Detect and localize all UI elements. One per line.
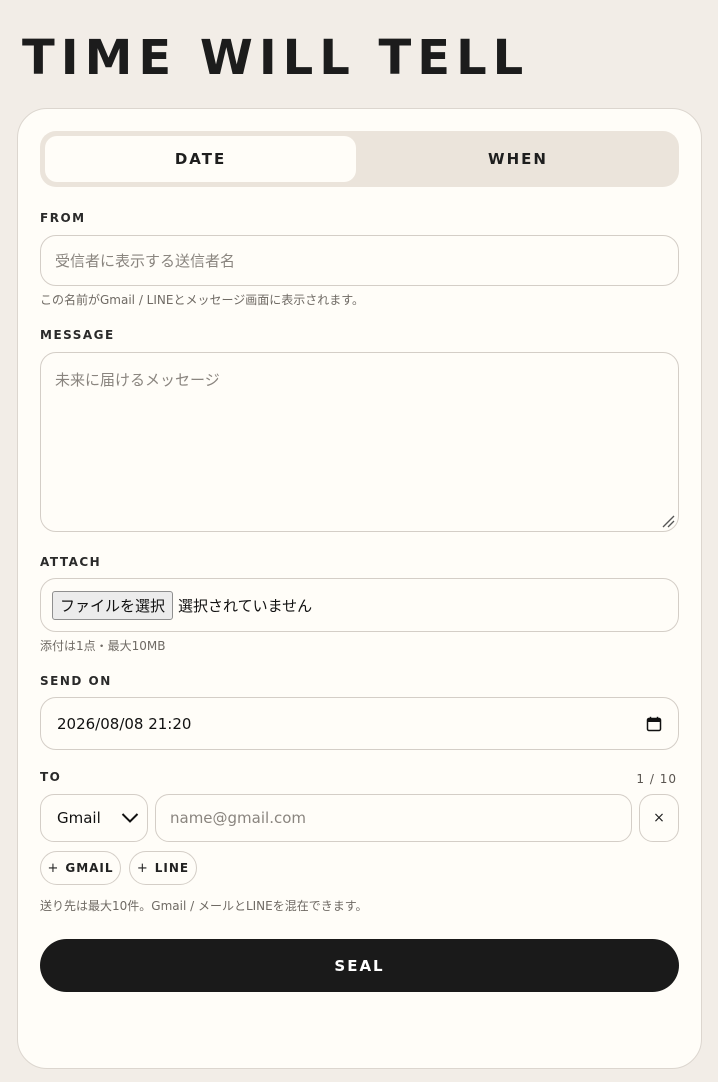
- add-gmail-label: GMAIL: [65, 861, 114, 875]
- send-on-datetime-input[interactable]: 2026/08/08 21:20: [40, 697, 679, 750]
- choose-file-button[interactable]: ファイルを選択: [52, 590, 174, 620]
- to-label: TO: [40, 770, 62, 784]
- from-label: FROM: [40, 211, 86, 225]
- plus-icon: +: [136, 860, 149, 876]
- seal-button[interactable]: SEAL: [40, 939, 679, 992]
- resize-grip-icon[interactable]: [661, 514, 675, 528]
- plus-icon: +: [47, 860, 60, 876]
- file-status: 選択されていません: [178, 596, 313, 615]
- recipient-address-input[interactable]: [155, 794, 632, 842]
- remove-recipient-button[interactable]: ×: [639, 794, 679, 842]
- app-title: TIME WILL TELL: [22, 30, 530, 86]
- send-on-label: SEND ON: [40, 674, 112, 688]
- message-label: MESSAGE: [40, 328, 115, 342]
- add-line-label: LINE: [154, 861, 190, 875]
- mode-tabs: DATE WHEN: [40, 131, 679, 187]
- channel-select[interactable]: Gmail: [40, 794, 148, 842]
- add-line-button[interactable]: + LINE: [129, 851, 197, 885]
- file-input[interactable]: ファイルを選択 選択されていません: [40, 578, 679, 632]
- to-hint: 送り先は最大10件。Gmail / メールとLINEを混在できます。: [40, 899, 368, 913]
- send-on-value: 2026/08/08 21:20: [57, 714, 192, 733]
- channel-select-value: Gmail: [57, 809, 101, 827]
- attach-label: ATTACH: [40, 555, 102, 569]
- message-textarea[interactable]: [40, 352, 679, 532]
- from-input[interactable]: [40, 235, 679, 286]
- attach-hint: 添付は1点・最大10MB: [40, 639, 166, 653]
- recipient-count: 1 / 10: [636, 772, 677, 786]
- tab-when[interactable]: WHEN: [362, 136, 674, 182]
- add-gmail-button[interactable]: + GMAIL: [40, 851, 121, 885]
- tab-date[interactable]: DATE: [45, 136, 356, 182]
- chevron-down-icon: [121, 813, 139, 823]
- from-hint: この名前がGmail / LINEとメッセージ画面に表示されます。: [40, 293, 365, 307]
- form-card: DATE WHEN FROM この名前がGmail / LINEとメッセージ画面…: [17, 108, 702, 1069]
- calendar-icon[interactable]: [646, 716, 662, 732]
